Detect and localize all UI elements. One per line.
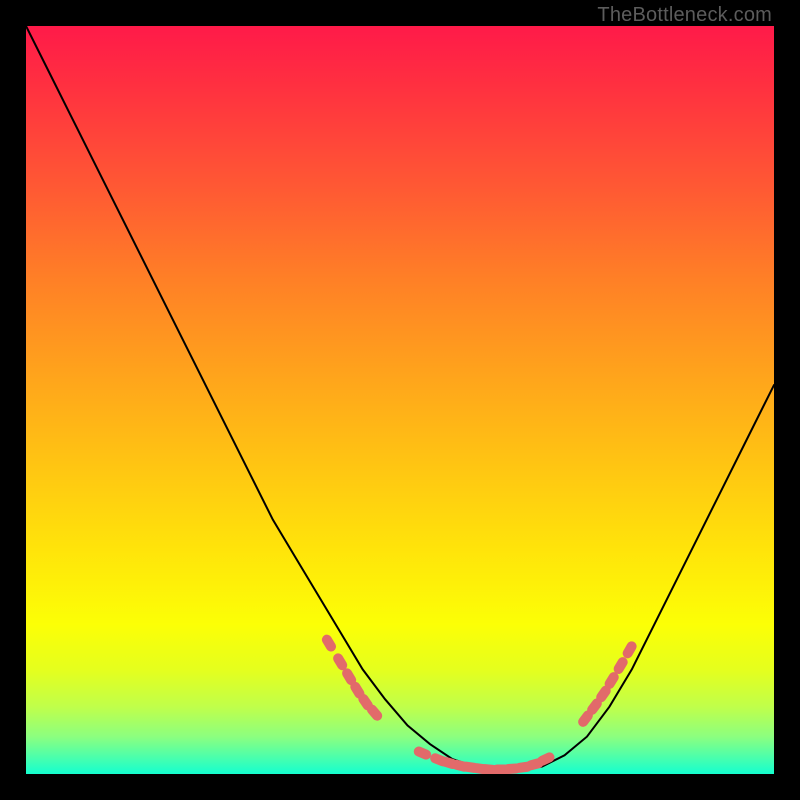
data-marker bbox=[412, 745, 432, 761]
data-marker bbox=[621, 640, 639, 661]
chart-frame: TheBottleneck.com bbox=[0, 0, 800, 800]
bottleneck-curve bbox=[26, 26, 774, 770]
plot-area bbox=[26, 26, 774, 774]
data-markers bbox=[320, 633, 638, 774]
watermark-text: TheBottleneck.com bbox=[597, 4, 772, 27]
chart-svg bbox=[26, 26, 774, 774]
data-marker bbox=[320, 633, 338, 654]
